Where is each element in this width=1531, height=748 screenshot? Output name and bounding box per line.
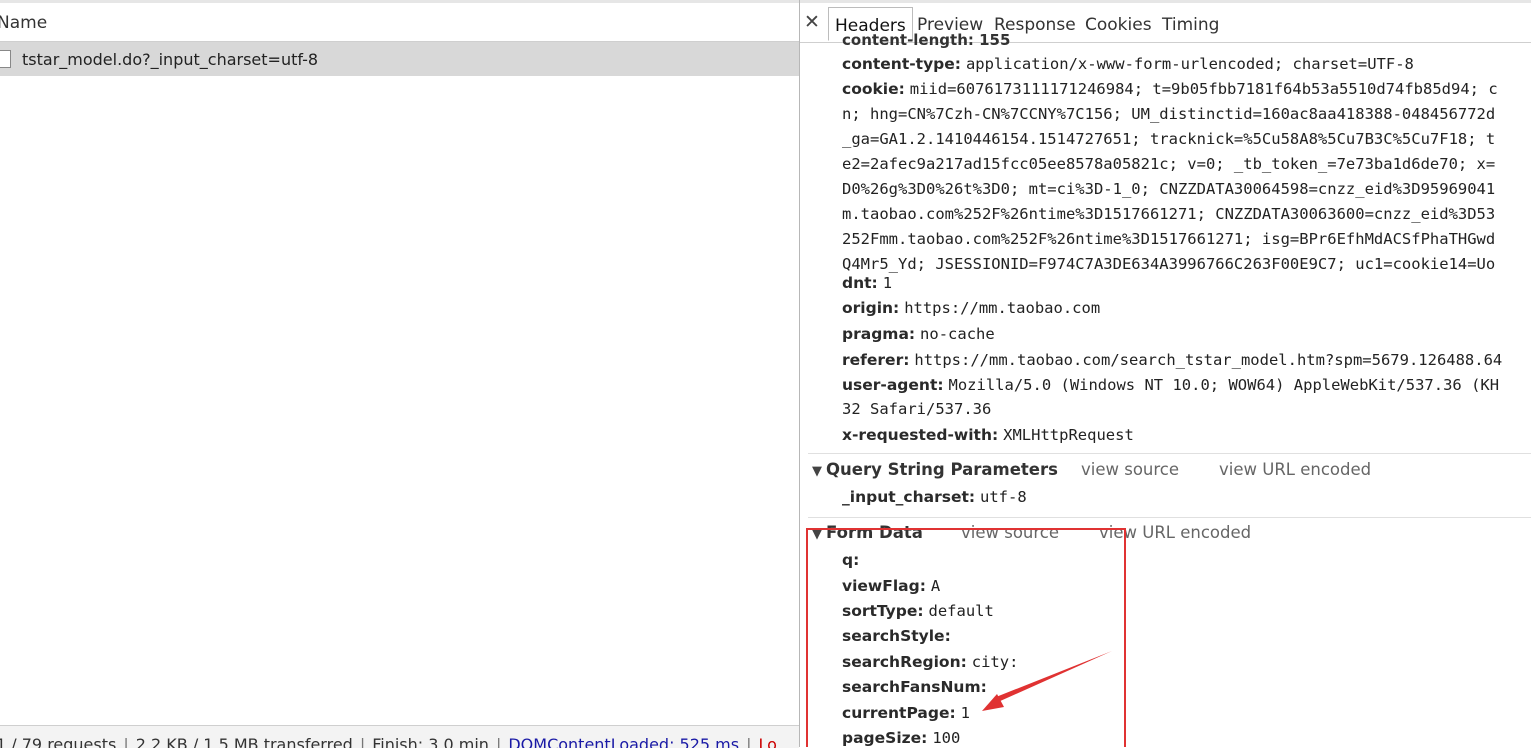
annotation-arrow-icon: [982, 651, 1112, 711]
request-row[interactable]: tstar_model.do?_input_charset=utf-8: [0, 42, 799, 76]
request-details-panel: ✕ Headers Preview Response Cookies Timin…: [800, 0, 1531, 747]
transferred-size: 2.2 KB / 1.5 MB transferred: [135, 735, 353, 748]
finish-time: Finish: 3.0 min: [372, 735, 489, 748]
request-count: 1 / 79 requests: [0, 735, 117, 748]
status-bar: 1 / 79 requests | 2.2 KB / 1.5 MB transfer…: [0, 725, 799, 748]
request-name: tstar_model.do?_input_charset=utf-8: [22, 50, 319, 69]
load-time: Lo: [758, 735, 777, 748]
network-request-list: Name tstar_model.do?_input_charset=utf-8…: [0, 0, 799, 748]
document-icon: [0, 50, 11, 68]
dom-content-loaded: DOMContentLoaded: 525 ms: [508, 735, 740, 748]
name-column-label: Name: [0, 13, 48, 33]
name-column-header[interactable]: Name: [0, 3, 799, 42]
